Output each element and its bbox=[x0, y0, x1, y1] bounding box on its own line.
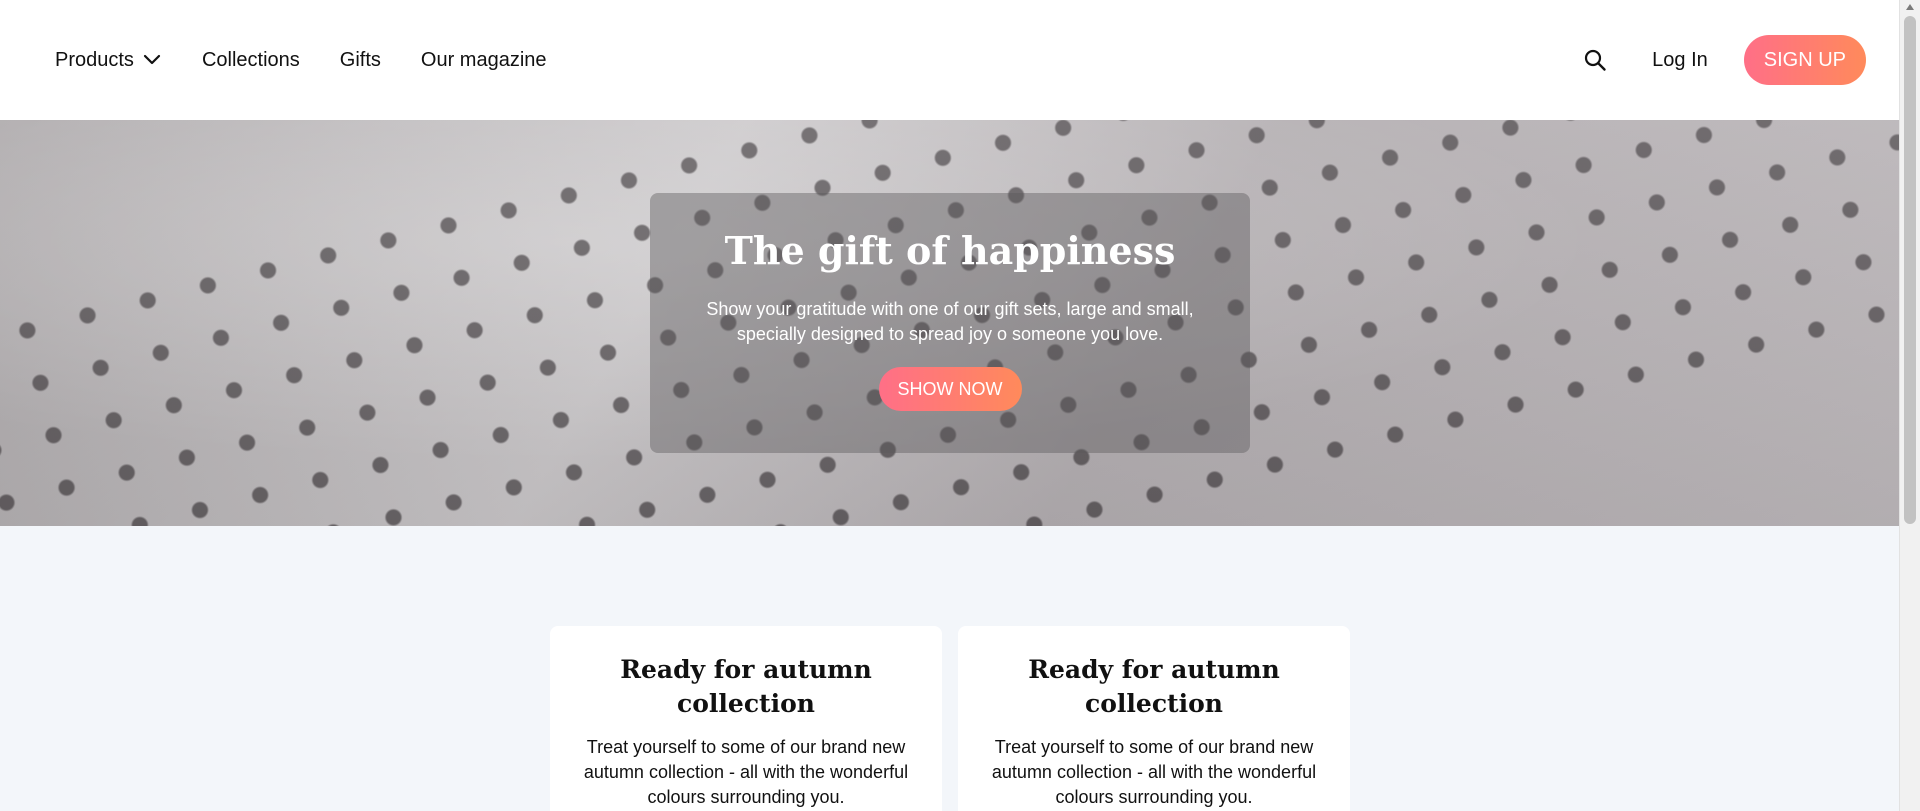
chevron-down-icon bbox=[142, 50, 162, 70]
login-link[interactable]: Log In bbox=[1652, 49, 1708, 72]
hero-banner: The gift of happiness Show your gratitud… bbox=[0, 120, 1900, 526]
feature-card[interactable]: Ready for autumn collection Treat yourse… bbox=[958, 626, 1350, 811]
nav-item-label: Our magazine bbox=[420, 48, 547, 71]
nav-item-label: Gifts bbox=[339, 48, 381, 71]
feature-cards: Ready for autumn collection Treat yourse… bbox=[550, 626, 1350, 811]
card-text: Treat yourself to some of our brand new … bbox=[991, 737, 1317, 807]
scrollbar-thumb[interactable] bbox=[1904, 16, 1916, 524]
card-title: Ready for autumn collection bbox=[620, 655, 872, 718]
main-nav: Products Collections Gifts Our magazine bbox=[55, 0, 547, 120]
search-icon[interactable] bbox=[1583, 48, 1607, 72]
nav-item-label: Collections bbox=[201, 48, 300, 71]
card-text: Treat yourself to some of our brand new … bbox=[583, 737, 909, 807]
nav-item-our-magazine[interactable]: Our magazine bbox=[421, 49, 547, 72]
nav-item-label: Products bbox=[55, 48, 134, 71]
card-title: Ready for autumn collection bbox=[1028, 655, 1280, 718]
nav-item-collections[interactable]: Collections bbox=[202, 49, 300, 72]
hero-card: The gift of happiness Show your gratitud… bbox=[650, 193, 1250, 453]
hero-title: The gift of happiness bbox=[724, 228, 1176, 273]
show-now-button[interactable]: SHOW NOW bbox=[878, 367, 1022, 411]
vertical-scrollbar[interactable] bbox=[1899, 0, 1920, 811]
scroll-up-arrow-icon[interactable] bbox=[1906, 4, 1914, 10]
feature-card[interactable]: Ready for autumn collection Treat yourse… bbox=[550, 626, 942, 811]
hero-description: Show your gratitude with one of our gift… bbox=[706, 299, 1194, 344]
nav-item-gifts[interactable]: Gifts bbox=[340, 49, 381, 72]
site-header: Products Collections Gifts Our magazine … bbox=[0, 0, 1900, 120]
signup-button[interactable]: SIGN UP bbox=[1743, 35, 1866, 85]
page: Products Collections Gifts Our magazine … bbox=[0, 0, 1900, 811]
nav-item-products[interactable]: Products bbox=[55, 49, 162, 72]
header-actions: Log In SIGN UP bbox=[1583, 0, 1866, 120]
